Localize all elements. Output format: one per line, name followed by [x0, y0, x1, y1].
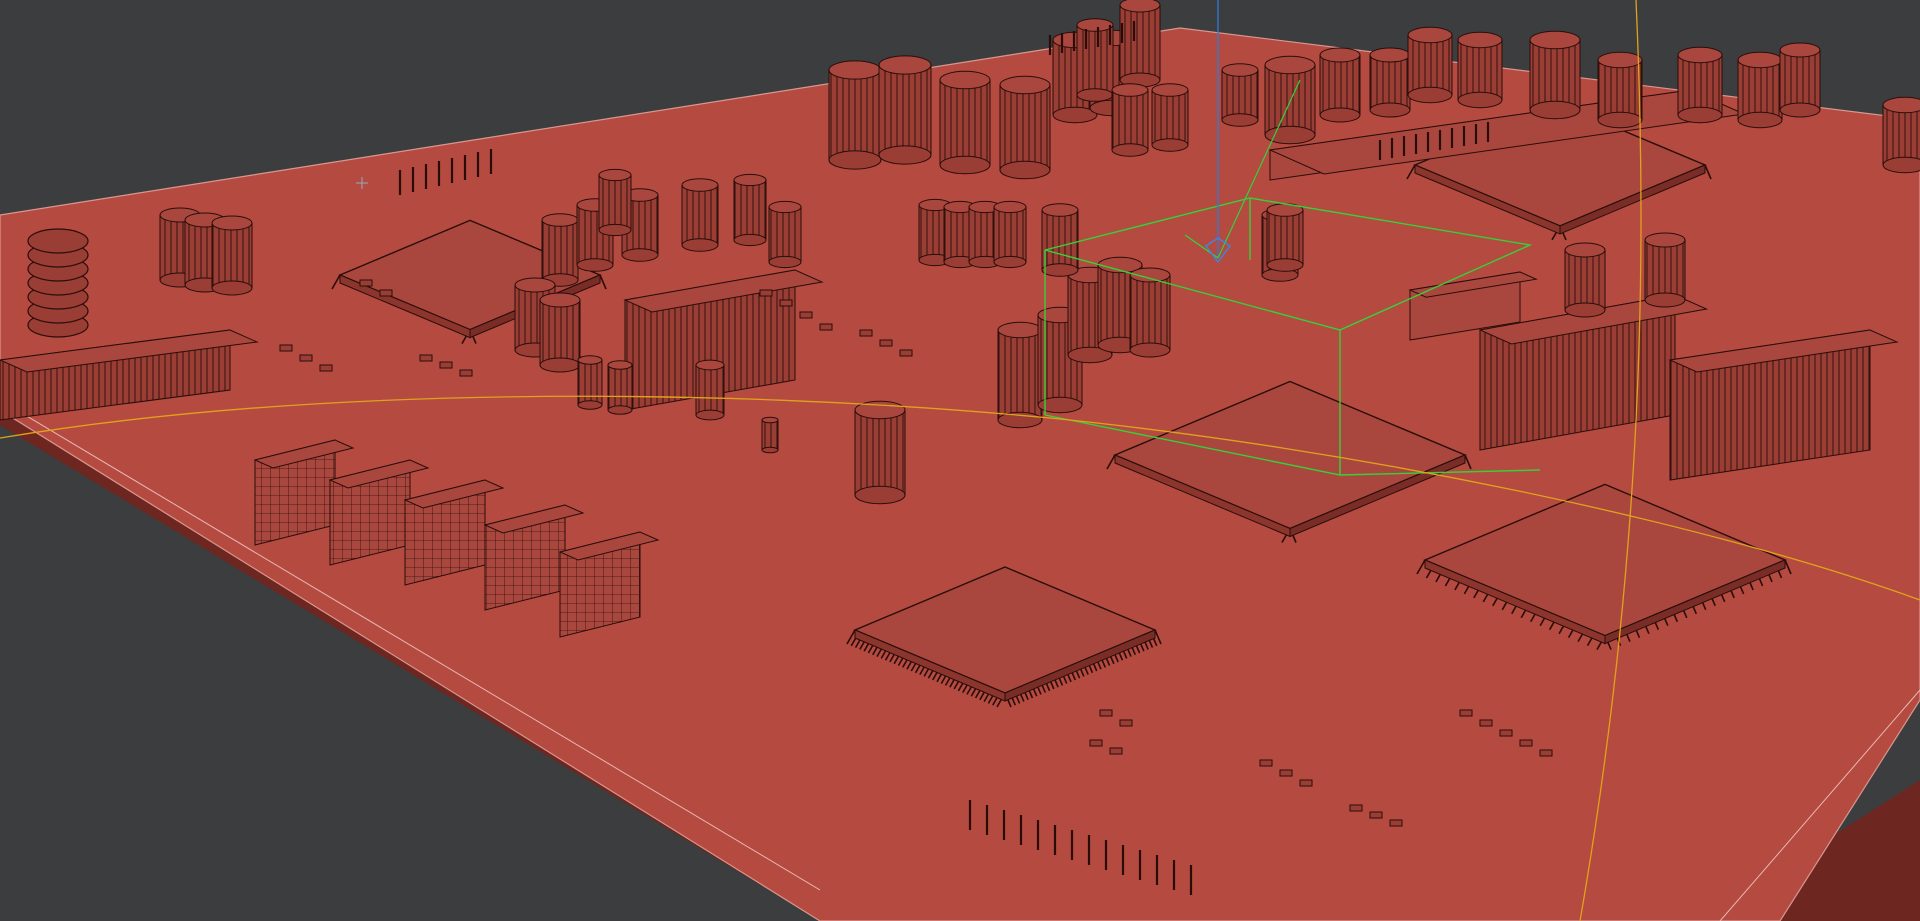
- capacitor: [828, 60, 882, 170]
- capacitor: [539, 292, 581, 373]
- capacitor: [1597, 51, 1643, 129]
- capacitor: [1041, 203, 1079, 277]
- smd-resistor: [299, 354, 313, 362]
- capacitor: [211, 215, 253, 296]
- smd-resistor: [1519, 739, 1533, 747]
- capacitor: [854, 400, 906, 505]
- capacitor: [997, 321, 1043, 429]
- capacitor: [1407, 26, 1453, 104]
- capacitor: [1779, 42, 1821, 118]
- smd-resistor: [1349, 804, 1363, 812]
- capacitor: [878, 55, 932, 165]
- capacitor: [681, 178, 719, 252]
- smd-resistor: [1479, 719, 1493, 727]
- smd-resistor: [799, 311, 813, 319]
- capacitor: [939, 70, 991, 175]
- smd-resistor: [1089, 739, 1103, 747]
- smd-resistor: [359, 279, 373, 287]
- capacitor: [761, 416, 779, 454]
- capacitor: [1266, 203, 1304, 272]
- smd-resistor: [1299, 779, 1313, 787]
- capacitor: [607, 360, 633, 415]
- capacitor: [1369, 47, 1411, 118]
- capacitor: [733, 173, 767, 247]
- smd-resistor: [439, 361, 453, 369]
- capacitor: [577, 355, 603, 410]
- capacitor: [1564, 242, 1606, 318]
- capacitor: [993, 200, 1027, 269]
- smd-resistor: [1109, 747, 1123, 755]
- capacitor: [1129, 267, 1171, 358]
- capacitor: [541, 213, 579, 287]
- capacitor: [1151, 83, 1189, 152]
- smd-resistor: [1459, 709, 1473, 717]
- capacitor: [1457, 31, 1503, 109]
- smd-resistor: [459, 369, 473, 377]
- viewport-scene[interactable]: [0, 0, 1920, 921]
- smd-resistor: [759, 289, 773, 297]
- capacitor: [1319, 47, 1361, 123]
- capacitor: [1529, 30, 1581, 120]
- smd-resistor: [899, 349, 913, 357]
- smd-resistor: [1119, 719, 1133, 727]
- smd-resistor: [279, 344, 293, 352]
- capacitor: [1221, 63, 1259, 127]
- smd-resistor: [1279, 769, 1293, 777]
- capacitor: [1882, 96, 1920, 174]
- smd-resistor: [1499, 729, 1513, 737]
- smd-resistor: [879, 339, 893, 347]
- capacitor: [1264, 55, 1316, 145]
- capacitor: [1119, 0, 1161, 88]
- coil-turn: [27, 228, 89, 254]
- capacitor: [1111, 83, 1149, 157]
- 3d-viewport[interactable]: [0, 0, 1920, 921]
- smd-resistor: [319, 364, 333, 372]
- smd-resistor: [379, 289, 393, 297]
- capacitor: [1076, 18, 1114, 102]
- smd-resistor: [859, 329, 873, 337]
- smd-resistor: [779, 299, 793, 307]
- smd-resistor: [1539, 749, 1553, 757]
- capacitor: [999, 75, 1051, 180]
- smd-resistor: [1259, 759, 1273, 767]
- capacitor: [1644, 232, 1686, 308]
- smd-resistor: [419, 354, 433, 362]
- capacitor: [1677, 46, 1723, 124]
- capacitor: [695, 359, 725, 421]
- smd-resistor: [1389, 819, 1403, 827]
- capacitor: [1737, 51, 1783, 129]
- capacitor: [598, 168, 632, 237]
- smd-resistor: [1099, 709, 1113, 717]
- capacitor: [768, 200, 802, 269]
- smd-resistor: [1369, 811, 1383, 819]
- smd-resistor: [819, 323, 833, 331]
